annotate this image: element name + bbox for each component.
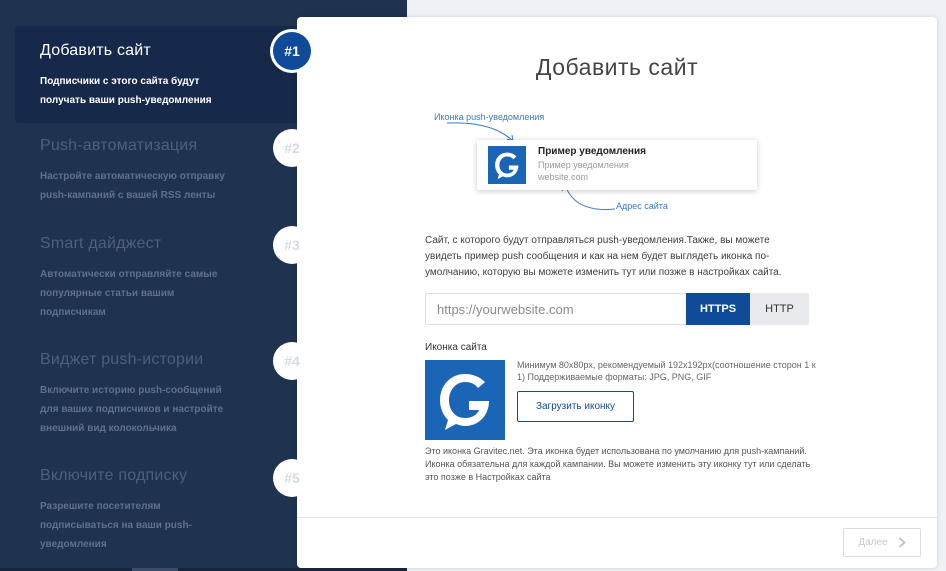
gravitec-logo-icon [488, 146, 526, 184]
step-title: Добавить сайт [40, 42, 151, 59]
site-address-caption: Адрес сайта [616, 201, 668, 211]
http-toggle-button[interactable]: HTTP [750, 293, 809, 325]
next-button[interactable]: Далее [843, 528, 921, 557]
step-description: Настройте автоматическую отправку push-к… [40, 171, 225, 201]
step-badge-1[interactable]: #1 [273, 32, 311, 70]
gravitec-logo-icon [440, 374, 489, 430]
site-url-input[interactable] [425, 293, 686, 325]
site-icon-label: Иконка сайта [425, 342, 487, 353]
step-push-automation[interactable]: Push-автоматизация Настройте автоматичес… [15, 121, 300, 217]
page-title: Добавить сайт [535, 54, 699, 80]
step-badge-3[interactable]: #3 [273, 226, 311, 264]
upload-icon-button[interactable]: Загрузить иконку [517, 391, 634, 422]
notification-preview: Пример уведомления Пример уведомления we… [477, 140, 757, 190]
step-badge-4[interactable]: #4 [273, 342, 311, 380]
step-title: Push-автоматизация [40, 137, 198, 154]
notification-site: website.com [538, 172, 589, 182]
icon-default-note: Это иконка Gravitec.net. Эта иконка буде… [425, 446, 811, 482]
step-description: Подписчики с этого сайта будут получать … [40, 76, 212, 106]
step-title: Smart дайджест [40, 235, 162, 252]
illustration-arrows [446, 122, 616, 210]
add-site-card: Добавить сайт Иконка push-уведомления Ад… [297, 17, 937, 568]
site-description: Сайт, с которого будут отправляться push… [425, 235, 782, 278]
https-toggle-button[interactable]: HTTPS [686, 293, 750, 325]
next-button-label: Далее [858, 537, 888, 548]
step-description: Включите историю push-сообщений для ваши… [40, 385, 224, 434]
step-badge-5[interactable]: #5 [273, 459, 311, 497]
step-description: Разрешите посетителям подписываться на в… [40, 501, 192, 550]
step-smart-digest[interactable]: Smart дайджест Автоматически отправляйте… [15, 219, 300, 329]
step-badge-2[interactable]: #2 [273, 129, 311, 167]
notification-title: Пример уведомления [538, 146, 646, 157]
step-enable-subscription[interactable]: Включите подписку Разрешите посетителям … [15, 451, 300, 561]
push-icon-caption: Иконка push-уведомления [434, 112, 545, 122]
notification-body: Пример уведомления [538, 160, 629, 170]
site-icon-preview [425, 360, 505, 440]
step-push-history-widget[interactable]: Виджет push-истории Включите историю pus… [15, 335, 300, 445]
step-description: Автоматически отправляйте самые популярн… [40, 269, 218, 318]
step-title: Виджет push-истории [40, 351, 204, 368]
step-title: Включите подписку [40, 467, 188, 484]
card-divider [297, 517, 937, 518]
chevron-right-icon [898, 537, 906, 548]
icon-requirements-hint: Минимум 80x80px, рекомендуемый 192x192px… [517, 360, 816, 382]
step-add-site[interactable]: Добавить сайт Подписчики с этого сайта б… [15, 26, 300, 123]
